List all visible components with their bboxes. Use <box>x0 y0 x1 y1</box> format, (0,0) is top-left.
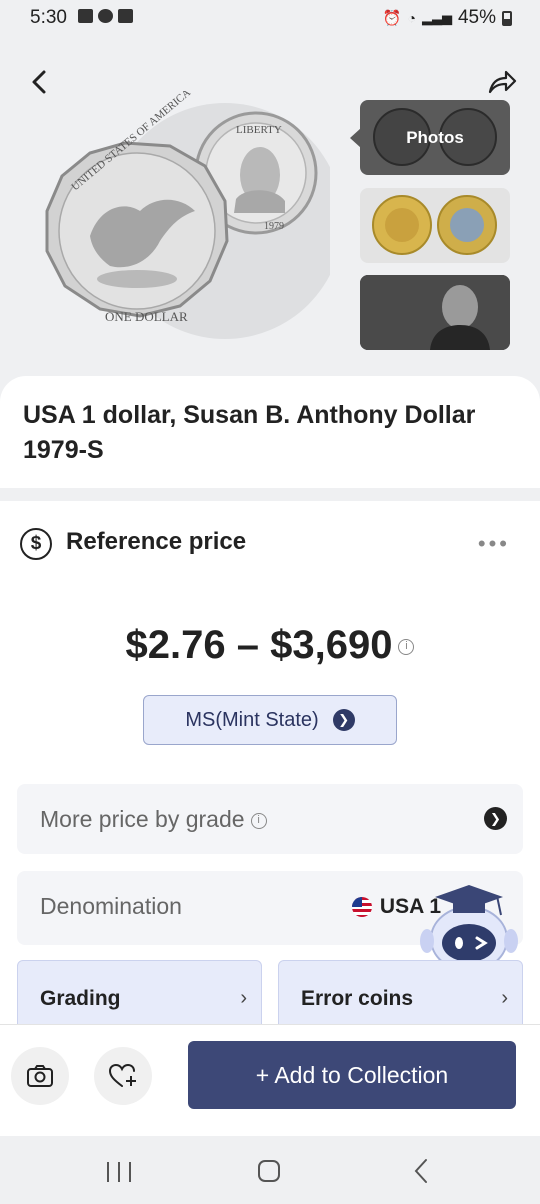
heart-plus-icon <box>108 1063 136 1087</box>
coin-main-image[interactable]: LIBERTY 1979 UNITED STATES OF AMERICA ON… <box>30 91 330 351</box>
more-price-by-grade-row[interactable]: More price by grade i ❯ <box>17 784 523 854</box>
gold-coin-icon <box>372 195 497 255</box>
nav-back-icon[interactable] <box>410 1156 432 1186</box>
wifi-icon: ◔ <box>407 10 416 26</box>
alarm-icon: ⏰ <box>382 10 402 27</box>
coin-title: USA 1 dollar, Susan B. Anthony Dollar 19… <box>23 401 476 464</box>
more-options-icon[interactable]: ••• <box>478 531 510 557</box>
coin-front-year: 1979 <box>264 221 284 232</box>
info-icon[interactable]: i <box>398 639 415 656</box>
chevron-right-icon: ❯ <box>332 709 355 731</box>
chat-icon <box>98 9 113 23</box>
battery-percent: 45% <box>457 7 496 28</box>
reference-price-card: $ Reference price ••• $2.76 – $3,690 i MS… <box>0 501 540 1030</box>
notification-icons <box>78 9 133 23</box>
title-card: USA 1 dollar, Susan B. Anthony Dollar 19… <box>0 376 540 488</box>
share-icon[interactable] <box>484 66 518 100</box>
status-right: ⏰ ◔ ▂▃▅ 45% <box>383 7 512 29</box>
bottom-action-bar: + Add to Collection <box>0 1024 540 1136</box>
more-price-text: More price by grade <box>40 806 245 832</box>
price-range: $2.76 – $3,690 i <box>0 623 540 668</box>
portrait-photo-icon <box>360 275 510 350</box>
denomination-label: Denomination <box>40 893 182 919</box>
chevron-right-icon: › <box>240 987 247 1009</box>
camera-button[interactable] <box>11 1047 69 1105</box>
photos-thumbnail[interactable]: Photos <box>360 100 510 175</box>
status-bar: 5:30 ⏰ ◔ ▂▃▅ 45% <box>0 0 540 36</box>
signal-icon: ▂▃▅ <box>421 10 452 25</box>
portrait-thumbnail[interactable] <box>360 275 510 350</box>
chevron-right-icon: ❯ <box>484 807 507 830</box>
add-to-wishlist-button[interactable] <box>94 1047 152 1105</box>
gallery-icon <box>78 9 93 23</box>
youtube-icon <box>118 9 133 23</box>
home-icon[interactable] <box>258 1160 280 1182</box>
reference-price-heading: Reference price <box>66 528 247 555</box>
photos-label: Photos <box>406 128 464 147</box>
grade-selector-button[interactable]: MS(Mint State) ❯ <box>143 695 397 745</box>
grading-label: Grading <box>40 987 121 1010</box>
camera-icon <box>27 1065 53 1087</box>
us-flag-icon <box>351 897 372 917</box>
chevron-right-icon: › <box>501 987 508 1009</box>
coin-back-denomination: ONE DOLLAR <box>105 309 188 324</box>
coin-gallery: LIBERTY 1979 UNITED STATES OF AMERICA ON… <box>0 36 540 386</box>
add-to-collection-button[interactable]: + Add to Collection <box>188 1041 516 1109</box>
more-price-label: More price by grade i <box>40 806 267 833</box>
golden-coin-thumbnail[interactable] <box>360 188 510 263</box>
grade-label: MS(Mint State) <box>185 708 319 731</box>
info-icon[interactable]: i <box>250 812 267 829</box>
error-coins-label: Error coins <box>301 987 414 1010</box>
status-time: 5:30 <box>30 7 67 28</box>
system-nav-bar <box>0 1136 540 1204</box>
error-coins-card[interactable]: Error coins › <box>278 960 523 1030</box>
dollar-icon: $ <box>20 528 52 560</box>
recent-apps-icon[interactable] <box>107 1162 131 1182</box>
coin-front-legend: LIBERTY <box>236 124 282 136</box>
price-range-value: $2.76 – $3,690 <box>125 623 393 667</box>
grading-card[interactable]: Grading › <box>17 960 262 1030</box>
battery-icon <box>502 10 512 26</box>
